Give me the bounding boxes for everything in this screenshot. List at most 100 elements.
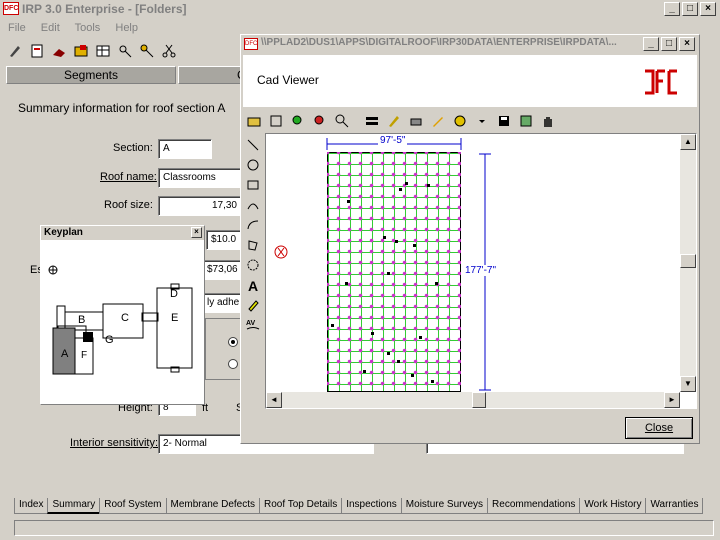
polygon-tool-icon[interactable]: [245, 237, 261, 253]
cad-viewer-window: DFC \\PPLAD2\DUS1\APPS\DIGITALROOF\IRP30…: [240, 34, 700, 444]
menu-tools[interactable]: Tools: [75, 22, 101, 34]
highlighter-tool-icon[interactable]: [245, 297, 261, 313]
cad-maximize-button[interactable]: □: [661, 37, 677, 51]
tab-inspections[interactable]: Inspections: [341, 498, 402, 514]
print-icon[interactable]: [408, 113, 424, 129]
cad-path-title: \\PPLAD2\DUS1\APPS\DIGITALROOF\IRP30DATA…: [261, 37, 617, 48]
tool-icon[interactable]: [51, 43, 67, 59]
keyplan-window: Keyplan × D B C E G A F: [40, 225, 205, 405]
scroll-right-button[interactable]: ►: [664, 392, 680, 408]
hscroll-thumb[interactable]: [472, 392, 486, 408]
annotation-tool-icon[interactable]: AV: [245, 317, 261, 333]
section-input[interactable]: A: [158, 139, 212, 159]
keyplan-label-g: G: [105, 334, 114, 346]
line-tool-icon[interactable]: [245, 137, 261, 153]
tab-index[interactable]: Index: [14, 498, 49, 514]
key-icon[interactable]: [139, 43, 155, 59]
roof-defect-marks: [331, 182, 438, 383]
measure-icon[interactable]: [117, 43, 133, 59]
dropdown-arrow-icon[interactable]: [474, 113, 490, 129]
color-icon[interactable]: [452, 113, 468, 129]
keyplan-close-button[interactable]: ×: [191, 227, 202, 238]
layers-icon[interactable]: [364, 113, 380, 129]
cad-close-button[interactable]: ×: [679, 37, 695, 51]
north-arrow-icon: [274, 245, 288, 259]
scroll-down-button[interactable]: ▼: [680, 376, 696, 392]
zoom-in-icon[interactable]: [290, 113, 306, 129]
section-label: Section:: [113, 142, 153, 154]
minimize-button[interactable]: _: [664, 2, 680, 16]
roof-name-label: Roof name:: [100, 171, 157, 183]
dimension-top-label: 97'-5": [378, 135, 408, 146]
text-tool-icon[interactable]: A: [245, 277, 261, 293]
tab-recommendations[interactable]: Recommendations: [487, 498, 581, 514]
main-window-title: IRP 3.0 Enterprise - [Folders]: [22, 2, 187, 16]
export-icon[interactable]: [518, 113, 534, 129]
rectangle-tool-icon[interactable]: [245, 177, 261, 193]
folder-icon[interactable]: [73, 43, 89, 59]
radio-group: [205, 318, 243, 380]
zoom-out-icon[interactable]: [312, 113, 328, 129]
svg-text:AV: AV: [246, 320, 256, 327]
document-icon[interactable]: [29, 43, 45, 59]
cad-vertical-scrollbar[interactable]: ▲ ▼: [680, 134, 696, 392]
tab-second[interactable]: C: [178, 66, 246, 84]
section-heading: Summary information for roof section A: [18, 101, 226, 115]
roof-size-input[interactable]: 17,30: [158, 196, 242, 216]
keyplan-label-c: C: [121, 312, 129, 324]
pen-tool-icon[interactable]: [7, 43, 23, 59]
cad-horizontal-scrollbar[interactable]: ◄ ►: [266, 392, 680, 408]
keyplan-label-b: B: [78, 314, 86, 326]
menu-help[interactable]: Help: [115, 22, 138, 34]
curve-tool-icon[interactable]: [245, 217, 261, 233]
dimension-side-label: 177'-7": [464, 265, 498, 276]
magnify-icon[interactable]: [334, 113, 350, 129]
cad-close-dialog-button[interactable]: Close: [625, 417, 693, 439]
svg-text:A: A: [248, 278, 258, 293]
keyplan-titlebar: Keyplan ×: [41, 226, 204, 240]
est-input[interactable]: $73,06: [202, 260, 242, 280]
paint-icon[interactable]: [386, 113, 402, 129]
roof-size-label: Roof size:: [104, 199, 153, 211]
cloud-tool-icon[interactable]: [245, 257, 261, 273]
dfc-logo-icon: [645, 69, 677, 95]
circle-tool-icon[interactable]: [245, 157, 261, 173]
tab-moisture-surveys[interactable]: Moisture Surveys: [400, 498, 489, 514]
cad-minimize-button[interactable]: _: [643, 37, 659, 51]
pencil-icon[interactable]: [430, 113, 446, 129]
cad-logo-icon: DFC: [244, 38, 258, 50]
tab-summary[interactable]: Summary: [47, 498, 101, 514]
tab-warranties[interactable]: Warranties: [645, 498, 704, 514]
cad-close-label: Close: [644, 422, 674, 434]
arc-tool-icon[interactable]: [245, 197, 261, 213]
menu-edit[interactable]: Edit: [41, 22, 60, 34]
maximize-button[interactable]: □: [682, 2, 698, 16]
cad-header-panel: Cad Viewer: [243, 55, 697, 107]
cad-draw-toolbar: A AV: [245, 135, 263, 335]
tab-membrane-defects[interactable]: Membrane Defects: [165, 498, 260, 514]
close-button[interactable]: ×: [700, 2, 716, 16]
scissors-icon[interactable]: [161, 43, 177, 59]
table-icon[interactable]: [95, 43, 111, 59]
interior-sensitivity-label: Interior sensitivity:: [70, 437, 159, 449]
radio-option-1[interactable]: [228, 337, 238, 347]
menu-file[interactable]: File: [8, 22, 26, 34]
type-input[interactable]: ly adhe: [202, 293, 242, 313]
menu-bar: File Edit Tools Help: [8, 22, 150, 34]
cost-input[interactable]: $10.0: [206, 230, 242, 250]
tab-work-history[interactable]: Work History: [579, 498, 647, 514]
pan-hand-icon[interactable]: [540, 113, 556, 129]
scroll-thumb[interactable]: [680, 254, 696, 268]
roof-name-input[interactable]: Classrooms: [158, 168, 242, 188]
keyplan-title: Keyplan: [44, 227, 83, 238]
save-icon[interactable]: [496, 113, 512, 129]
radio-option-2[interactable]: [228, 359, 238, 369]
tab-segments[interactable]: Segments: [6, 66, 176, 84]
open-icon[interactable]: [246, 113, 262, 129]
tab-roof-system[interactable]: Roof System: [99, 498, 167, 514]
scroll-up-button[interactable]: ▲: [680, 134, 696, 150]
zoom-extents-icon[interactable]: [268, 113, 284, 129]
main-titlebar: DFC IRP 3.0 Enterprise - [Folders] _ □ ×: [0, 0, 720, 18]
tab-roof-top-details[interactable]: Roof Top Details: [259, 498, 343, 514]
scroll-left-button[interactable]: ◄: [266, 392, 282, 408]
